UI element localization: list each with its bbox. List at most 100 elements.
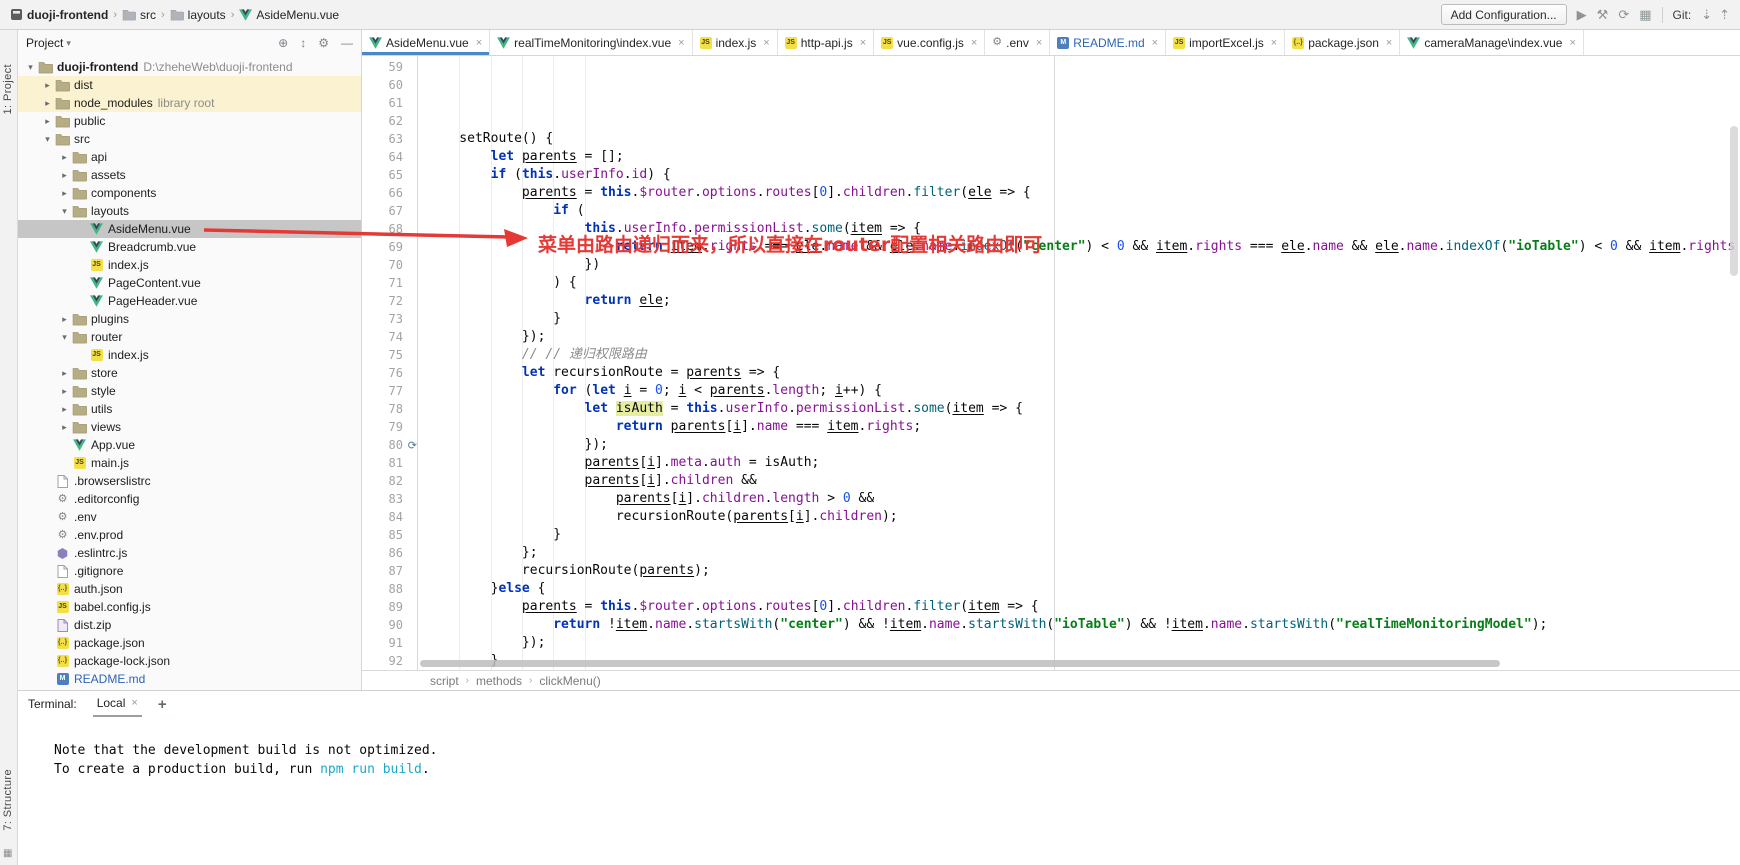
chevron-closed-icon[interactable]: ▸ <box>58 386 71 397</box>
code-line[interactable]: }); <box>428 436 1740 454</box>
tree-item-readme-md[interactable]: MREADME.md <box>18 670 361 688</box>
tab-readme-md[interactable]: MREADME.md× <box>1050 30 1166 55</box>
tree-item-package-lock-json[interactable]: {..}package-lock.json <box>18 652 361 670</box>
gutter-line-number[interactable]: 67 <box>362 202 417 220</box>
tree-item-auth-json[interactable]: {..}auth.json <box>18 580 361 598</box>
locate-icon[interactable]: ⊕ <box>278 36 288 50</box>
gutter-line-number[interactable]: 92 <box>362 652 417 670</box>
code-line[interactable]: recursionRoute(parents[i].children); <box>428 508 1740 526</box>
gutter-line-number[interactable]: 74 <box>362 328 417 346</box>
code-line[interactable]: parents = this.$router.options.routes[0]… <box>428 598 1740 616</box>
gutter-line-number[interactable]: 84 <box>362 508 417 526</box>
chevron-open-icon[interactable]: ▾ <box>24 62 37 73</box>
code-line[interactable]: let recursionRoute = parents => { <box>428 364 1740 382</box>
code-line[interactable]: let isAuth = this.userInfo.permissionLis… <box>428 400 1740 418</box>
sync-icon[interactable]: ⟳ <box>1618 8 1629 21</box>
gutter-line-number[interactable]: 69 <box>362 238 417 256</box>
gutter-line-number[interactable]: 76 <box>362 364 417 382</box>
tree-item-public[interactable]: ▸public <box>18 112 361 130</box>
code-line[interactable]: parents = this.$router.options.routes[0]… <box>428 184 1740 202</box>
tree-item-main-js[interactable]: JSmain.js <box>18 454 361 472</box>
code-line[interactable]: return ele; <box>428 292 1740 310</box>
gutter-line-number[interactable]: 81 <box>362 454 417 472</box>
code-lines[interactable]: setRoute() { let parents = []; if (this.… <box>418 56 1740 670</box>
chevron-closed-icon[interactable]: ▸ <box>41 80 54 91</box>
tree-item-gitignore[interactable]: .gitignore <box>18 562 361 580</box>
tree-item-index-js[interactable]: JSindex.js <box>18 346 361 364</box>
chevron-closed-icon[interactable]: ▸ <box>58 170 71 181</box>
chevron-closed-icon[interactable]: ▸ <box>41 116 54 127</box>
chevron-closed-icon[interactable]: ▸ <box>58 188 71 199</box>
code-line[interactable]: ) { <box>428 274 1740 292</box>
gutter-line-number[interactable]: 82 <box>362 472 417 490</box>
editor-gutter[interactable]: 5960616263646566676869707172737475767778… <box>362 56 418 670</box>
code-line[interactable]: parents[i].children && <box>428 472 1740 490</box>
tree-item-components[interactable]: ▸components <box>18 184 361 202</box>
gutter-line-number[interactable]: 63 <box>362 130 417 148</box>
gutter-line-number[interactable]: 68 <box>362 220 417 238</box>
tree-item-pageheader-vue[interactable]: PageHeader.vue <box>18 292 361 310</box>
tree-item-pagecontent-vue[interactable]: PageContent.vue <box>18 274 361 292</box>
tree-item-env-prod[interactable]: ⚙.env.prod <box>18 526 361 544</box>
recursion-icon[interactable]: ⟳ <box>408 437 417 455</box>
tab-env[interactable]: ⚙.env× <box>985 30 1050 55</box>
code-line[interactable]: } <box>428 310 1740 328</box>
tree-item-browserslistrc[interactable]: .browserslistrc <box>18 472 361 490</box>
code-line[interactable]: }); <box>428 634 1740 652</box>
gutter-line-number[interactable]: 80⟳ <box>362 436 417 454</box>
project-view-dropdown[interactable]: Project▾ <box>26 36 71 50</box>
down-icon[interactable]: ⇣ <box>1701 8 1712 21</box>
tree-item-eslintrc-js[interactable]: .eslintrc.js <box>18 544 361 562</box>
code-line[interactable]: setRoute() { <box>428 130 1740 148</box>
terminal-output[interactable]: Note that the development build is not o… <box>18 717 1740 865</box>
tree-item-api[interactable]: ▸api <box>18 148 361 166</box>
tree-item-babel-config-js[interactable]: JSbabel.config.js <box>18 598 361 616</box>
code-line[interactable]: parents[i].children.length > 0 && <box>428 490 1740 508</box>
gutter-line-number[interactable]: 87 <box>362 562 417 580</box>
close-icon[interactable]: × <box>1152 37 1158 49</box>
code-line[interactable]: let parents = []; <box>428 148 1740 166</box>
gutter-line-number[interactable]: 78 <box>362 400 417 418</box>
code-line[interactable]: for (let i = 0; i < parents.length; i++)… <box>428 382 1740 400</box>
close-icon[interactable]: × <box>763 37 769 49</box>
gutter-line-number[interactable]: 79 <box>362 418 417 436</box>
tree-item-router[interactable]: ▾router <box>18 328 361 346</box>
code-line[interactable]: this.userInfo.permissionList.some(item =… <box>428 220 1740 238</box>
code-line[interactable]: parents[i].meta.auth = isAuth; <box>428 454 1740 472</box>
gutter-line-number[interactable]: 77 <box>362 382 417 400</box>
play-icon[interactable]: ▶ <box>1577 8 1587 21</box>
hammer-icon[interactable]: ⚒ <box>1597 8 1609 21</box>
gutter-line-number[interactable]: 64 <box>362 148 417 166</box>
close-icon[interactable]: × <box>131 697 137 709</box>
gutter-line-number[interactable]: 62 <box>362 112 417 130</box>
code-line[interactable]: }) <box>428 256 1740 274</box>
editor-breadcrumb-methods[interactable]: methods <box>476 674 522 688</box>
close-icon[interactable]: × <box>1569 37 1575 49</box>
horizontal-scrollbar[interactable] <box>420 660 1500 667</box>
close-icon[interactable]: × <box>860 37 866 49</box>
close-icon[interactable]: × <box>476 37 482 49</box>
close-icon[interactable]: × <box>1386 37 1392 49</box>
gutter-line-number[interactable]: 66 <box>362 184 417 202</box>
gutter-line-number[interactable]: 88 <box>362 580 417 598</box>
tab-asidemenu-vue[interactable]: AsideMenu.vue× <box>362 30 490 55</box>
gutter-line-number[interactable]: 89 <box>362 598 417 616</box>
tree-item-editorconfig[interactable]: ⚙.editorconfig <box>18 490 361 508</box>
code-line[interactable]: } <box>428 526 1740 544</box>
settings-icon[interactable]: ⚙ <box>318 36 329 50</box>
hide-icon[interactable]: — <box>341 36 353 50</box>
chevron-open-icon[interactable]: ▾ <box>58 206 71 217</box>
terminal-tab-local[interactable]: Local × <box>93 691 142 717</box>
tree-item-layouts[interactable]: ▾layouts <box>18 202 361 220</box>
add-configuration-button[interactable]: Add Configuration... <box>1441 4 1567 25</box>
gutter-line-number[interactable]: 65 <box>362 166 417 184</box>
tree-item-views[interactable]: ▸views <box>18 418 361 436</box>
tree-item-breadcrumb-vue[interactable]: Breadcrumb.vue <box>18 238 361 256</box>
tree-item-package-json[interactable]: {..}package.json <box>18 634 361 652</box>
close-icon[interactable]: × <box>1271 37 1277 49</box>
gutter-line-number[interactable]: 71 <box>362 274 417 292</box>
tree-item-assets[interactable]: ▸assets <box>18 166 361 184</box>
gutter-line-number[interactable]: 86 <box>362 544 417 562</box>
tab-cameramanage-index-vue[interactable]: cameraManage\index.vue× <box>1400 30 1584 55</box>
chevron-closed-icon[interactable]: ▸ <box>58 314 71 325</box>
